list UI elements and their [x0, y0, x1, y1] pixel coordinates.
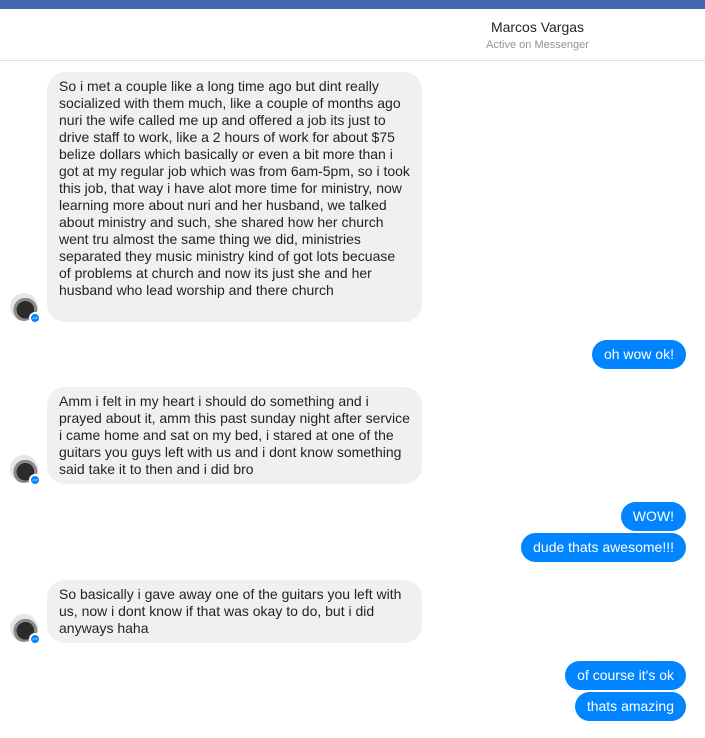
- message-bubble-outgoing[interactable]: WOW!: [620, 502, 686, 531]
- message-bubble-incoming[interactable]: So i met a couple like a long time ago b…: [47, 72, 422, 322]
- contact-name[interactable]: Marcos Vargas: [0, 19, 705, 35]
- message-bubble-outgoing[interactable]: oh wow ok!: [591, 340, 686, 369]
- message-bubble-outgoing[interactable]: of course it's ok: [565, 661, 686, 690]
- conversation-header: Marcos Vargas Active on Messenger: [0, 9, 705, 61]
- contact-avatar[interactable]: [10, 293, 41, 324]
- message-bubble-incoming[interactable]: Amm i felt in my heart i should do somet…: [47, 387, 422, 484]
- contact-avatar[interactable]: [10, 614, 41, 645]
- app-top-bar: [0, 0, 705, 9]
- message-bubble-outgoing[interactable]: thats amazing: [574, 692, 686, 721]
- message-bubble-incoming[interactable]: So basically i gave away one of the guit…: [47, 580, 422, 643]
- messenger-badge-icon: [29, 312, 41, 324]
- contact-status: Active on Messenger: [486, 39, 589, 51]
- contact-avatar[interactable]: [10, 455, 41, 486]
- messenger-badge-icon: [29, 633, 41, 645]
- messenger-badge-icon: [29, 474, 41, 486]
- message-bubble-outgoing[interactable]: dude thats awesome!!!: [521, 533, 686, 562]
